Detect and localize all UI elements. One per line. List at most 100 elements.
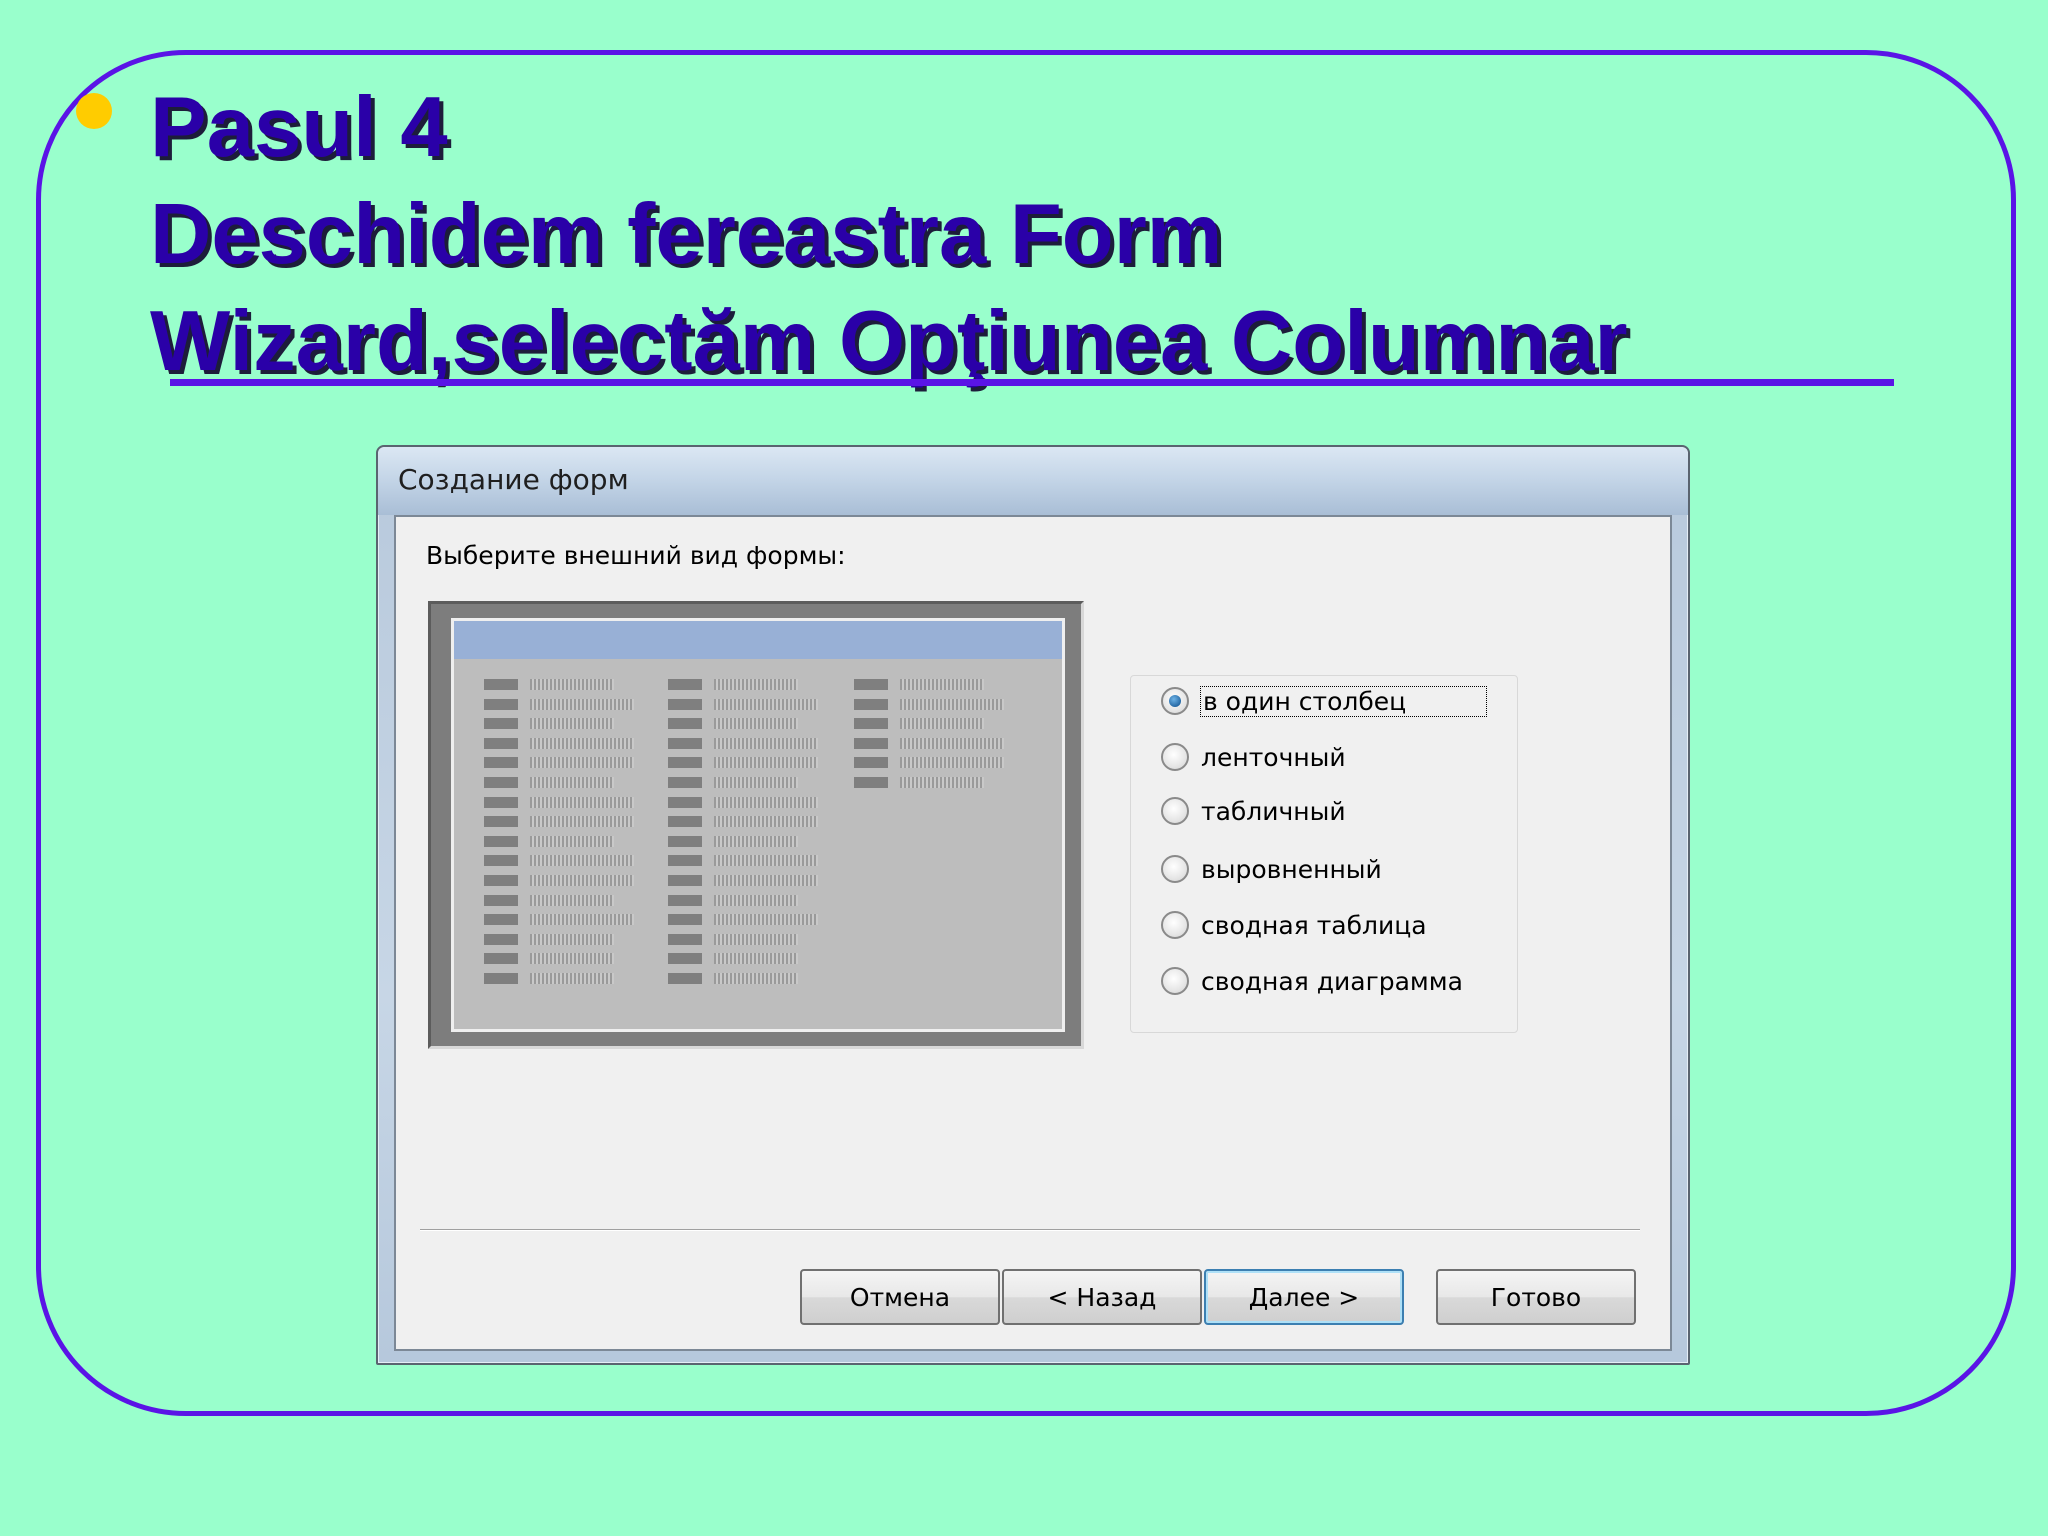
bullet-icon	[76, 93, 112, 129]
preview-field-value	[530, 757, 634, 769]
option-label: выровненный	[1201, 854, 1382, 884]
preview-field-label	[484, 855, 518, 867]
preview-field-label	[484, 875, 518, 886]
preview-field-value	[714, 973, 798, 984]
preview-field-label	[668, 816, 702, 828]
option-label: сводная таблица	[1201, 910, 1427, 940]
preview-field-value	[714, 953, 798, 965]
preview-field-label	[668, 718, 702, 730]
option-label: ленточный	[1201, 742, 1346, 772]
preview-field-value	[714, 757, 818, 769]
preview-field-label	[484, 973, 518, 984]
layout-options-group: в один столбец ленточный табличный выров…	[1130, 675, 1518, 1033]
slide-title: Pasul 4 Deschidem fereastra Form Wizard,…	[150, 74, 1628, 395]
preview-field-label	[668, 914, 702, 926]
preview-field-label	[854, 777, 888, 788]
preview-field-value	[714, 679, 798, 690]
preview-field-label	[668, 894, 702, 906]
form-wizard-dialog: Создание форм Выберите внешний вид формы…	[376, 445, 1690, 1365]
preview-field-value	[530, 933, 614, 945]
preview-field-value	[714, 796, 818, 808]
layout-prompt: Выберите внешний вид формы:	[426, 541, 846, 570]
preview-field-value	[714, 894, 798, 906]
radio-icon[interactable]	[1161, 797, 1189, 825]
cancel-button[interactable]: Отмена	[800, 1269, 1000, 1325]
preview-field-label	[484, 933, 518, 945]
back-button[interactable]: < Назад	[1002, 1269, 1202, 1325]
layout-preview	[428, 601, 1084, 1049]
preview-field-value	[530, 679, 614, 690]
preview-field-value	[900, 777, 984, 788]
preview-field-value	[714, 777, 798, 788]
preview-field-value	[714, 933, 798, 945]
preview-field-value	[530, 737, 634, 749]
preview-field-value	[530, 796, 634, 808]
finish-button[interactable]: Готово	[1436, 1269, 1636, 1325]
preview-field-label	[854, 698, 888, 710]
option-label: сводная диаграмма	[1201, 966, 1463, 996]
preview-field-label	[484, 953, 518, 965]
preview-field-label	[668, 875, 702, 886]
preview-field-label	[484, 737, 518, 749]
dialog-titlebar[interactable]: Создание форм	[378, 447, 1688, 515]
preview-field-value	[530, 953, 614, 965]
preview-field-value	[530, 718, 614, 730]
preview-field-value	[900, 718, 984, 730]
preview-field-label	[484, 679, 518, 690]
preview-field-value	[714, 914, 818, 926]
option-pivotchart[interactable]: сводная диаграмма	[1161, 964, 1463, 998]
preview-field-label	[668, 698, 702, 710]
title-line-2: Deschidem fereastra Form	[150, 187, 1223, 282]
option-label: табличный	[1201, 796, 1346, 826]
option-justified[interactable]: выровненный	[1161, 852, 1382, 886]
preview-form-header	[454, 621, 1062, 659]
preview-field-value	[530, 894, 614, 906]
preview-field-label	[668, 855, 702, 867]
option-datasheet[interactable]: табличный	[1161, 794, 1346, 828]
dialog-title: Создание форм	[398, 463, 629, 496]
preview-field-value	[900, 757, 1004, 769]
option-pivottable[interactable]: сводная таблица	[1161, 908, 1427, 942]
preview-field-label	[668, 973, 702, 984]
preview-field-value	[530, 816, 634, 828]
preview-field-label	[668, 737, 702, 749]
preview-field-label	[484, 698, 518, 710]
radio-icon[interactable]	[1161, 911, 1189, 939]
preview-field-value	[714, 698, 818, 710]
preview-field-value	[714, 835, 798, 847]
preview-field-label	[668, 953, 702, 965]
dialog-content: Выберите внешний вид формы: в один столб…	[394, 515, 1672, 1351]
radio-icon[interactable]	[1161, 855, 1189, 883]
option-tabular[interactable]: ленточный	[1161, 740, 1346, 774]
radio-selected-icon[interactable]	[1161, 687, 1189, 715]
preview-field-label	[668, 777, 702, 788]
preview-field-label	[854, 737, 888, 749]
dialog-separator	[420, 1229, 1640, 1231]
radio-icon[interactable]	[1161, 743, 1189, 771]
radio-icon[interactable]	[1161, 967, 1189, 995]
preview-field-label	[484, 894, 518, 906]
preview-field-value	[714, 816, 818, 828]
preview-field-label	[854, 718, 888, 730]
preview-field-value	[900, 737, 1004, 749]
preview-field-label	[484, 816, 518, 828]
option-columnar[interactable]: в один столбец	[1161, 684, 1488, 718]
preview-field-label	[484, 914, 518, 926]
preview-field-value	[900, 679, 984, 690]
preview-field-value	[714, 875, 818, 886]
preview-field-label	[668, 679, 702, 690]
preview-field-label	[484, 777, 518, 788]
preview-field-value	[530, 835, 614, 847]
title-underline	[170, 379, 1894, 386]
preview-field-label	[854, 757, 888, 769]
preview-field-label	[484, 718, 518, 730]
preview-field-value	[530, 698, 634, 710]
preview-field-label	[668, 835, 702, 847]
preview-field-label	[854, 679, 888, 690]
preview-field-label	[668, 933, 702, 945]
preview-field-value	[530, 914, 634, 926]
preview-field-value	[714, 855, 818, 867]
option-label: в один столбец	[1199, 685, 1488, 717]
next-button[interactable]: Далее >	[1204, 1269, 1404, 1325]
preview-field-value	[714, 737, 818, 749]
